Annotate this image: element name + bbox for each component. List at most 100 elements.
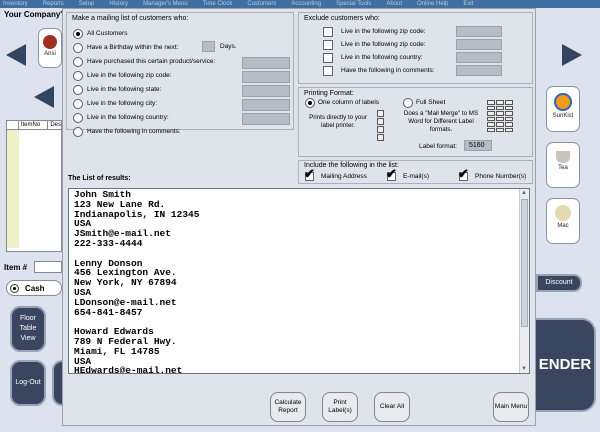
label-cell xyxy=(496,122,504,127)
checkmark-icon: ✔ xyxy=(458,166,469,181)
scroll-up-icon[interactable]: ▲ xyxy=(521,190,527,196)
print-labels-button[interactable]: Print Label(s) xyxy=(322,392,358,422)
mac-icon xyxy=(555,205,571,221)
exclude-checkbox[interactable] xyxy=(323,66,333,76)
exclude-option-label: Have the following in comments: xyxy=(341,67,435,74)
column-header: ItemNo xyxy=(19,121,49,129)
arrow-right-icon[interactable] xyxy=(562,44,582,66)
menu-item[interactable]: Special Tools xyxy=(336,1,371,7)
label-cell xyxy=(496,111,504,116)
mailing-option-radio[interactable] xyxy=(73,85,83,95)
results-textarea[interactable]: John Smith 123 New Lane Rd. Indianapolis… xyxy=(68,188,530,374)
product-icon xyxy=(43,35,57,49)
group-title: Make a mailing list of customers who: xyxy=(72,15,189,22)
exclude-option-label: Live in the following country: xyxy=(341,54,423,61)
exclude-input[interactable] xyxy=(456,65,502,76)
exclude-checkbox[interactable] xyxy=(323,40,333,50)
arrow-left-icon[interactable] xyxy=(6,44,26,66)
one-column-description: Prints directly to your label printer. xyxy=(309,114,367,129)
full-sheet-label: Full Sheet xyxy=(416,99,446,106)
include-option-label: Phone Number(s) xyxy=(475,173,527,180)
label-sheet-icon xyxy=(487,100,515,134)
mailing-option-label: All Customers xyxy=(87,30,128,37)
floor-table-view-button[interactable]: Floor Table View xyxy=(10,306,46,352)
menu-item[interactable]: About xyxy=(386,1,402,7)
birthday-days-input[interactable] xyxy=(202,41,215,52)
exclude-input[interactable] xyxy=(456,52,502,63)
results-title: The List of results: xyxy=(68,175,131,182)
scroll-down-icon[interactable]: ▼ xyxy=(521,366,527,372)
menu-item[interactable]: Accounting xyxy=(291,1,321,7)
label-cell xyxy=(505,116,513,121)
product-button[interactable]: Ansi xyxy=(38,28,62,68)
mailing-option-radio[interactable] xyxy=(73,113,83,123)
exclude-checkbox[interactable] xyxy=(323,53,333,63)
mailing-option-label: Have the following in comments: xyxy=(87,128,181,135)
mailing-list-dialog: Make a mailing list of customers who: Al… xyxy=(62,8,536,426)
label-cell xyxy=(496,100,504,105)
product-input[interactable] xyxy=(242,57,290,69)
calculate-report-button[interactable]: Calculate Report xyxy=(270,392,306,422)
country-input[interactable] xyxy=(242,113,290,125)
mailing-option-label: Live in the following state: xyxy=(87,86,162,93)
menu-item[interactable]: Manager's Menu xyxy=(143,1,188,7)
city-input[interactable] xyxy=(242,99,290,111)
exclude-option-label: Live in the following zip code: xyxy=(341,28,426,35)
sunkist-icon xyxy=(554,93,572,111)
full-sheet-radio[interactable] xyxy=(403,98,413,108)
main-menu-button[interactable]: Main Menu xyxy=(493,392,529,422)
mailing-option-radio[interactable] xyxy=(73,71,83,81)
menu-item[interactable]: Time Clock xyxy=(203,1,233,7)
tender-button[interactable]: ENDER xyxy=(536,318,596,412)
row-selector xyxy=(7,130,19,248)
menu-item[interactable]: Inventory xyxy=(3,1,28,7)
label-cell xyxy=(487,122,495,127)
exclude-checkbox[interactable] xyxy=(323,27,333,37)
full-sheet-description: Does a "Mail Merge" to MS Word for Diffe… xyxy=(403,110,479,133)
mailing-option-radio[interactable] xyxy=(73,57,83,67)
menu-item[interactable]: Reports xyxy=(43,1,64,7)
menu-item[interactable]: Online Help xyxy=(417,1,448,7)
label-cell xyxy=(505,100,513,105)
mailing-option-radio[interactable] xyxy=(73,127,83,137)
label-format-label: Label format: xyxy=(419,143,457,150)
mailing-option-radio[interactable] xyxy=(73,43,83,53)
exclude-input[interactable] xyxy=(456,39,502,50)
product-label: Ansi xyxy=(44,51,56,57)
discount-button[interactable]: Discount xyxy=(536,274,582,292)
item-input[interactable] xyxy=(34,261,62,273)
label-cell xyxy=(487,116,495,121)
zip-input[interactable] xyxy=(242,71,290,83)
menu-item[interactable]: Exit xyxy=(463,1,473,7)
partial-button[interactable] xyxy=(52,360,62,406)
exclude-input[interactable] xyxy=(456,26,502,37)
menu-item[interactable]: Customers xyxy=(247,1,276,7)
product-button-tea[interactable]: Tea xyxy=(546,142,580,188)
state-input[interactable] xyxy=(242,85,290,97)
order-table: ItemNo Des xyxy=(6,120,62,252)
cash-option[interactable]: Cash xyxy=(6,280,62,296)
label-cell xyxy=(505,105,513,110)
label-cell xyxy=(496,116,504,121)
results-scrollbar[interactable]: ▲ ▼ xyxy=(519,189,529,373)
one-column-radio[interactable] xyxy=(305,98,315,108)
product-button-sunkist[interactable]: SunKist xyxy=(546,86,580,132)
mailing-option-radio[interactable] xyxy=(73,29,83,39)
product-button-mac[interactable]: Mac xyxy=(546,198,580,244)
mailing-criteria-group: Make a mailing list of customers who: Al… xyxy=(66,12,294,137)
logout-button[interactable]: Log-Out xyxy=(10,360,46,406)
menu-item[interactable]: History xyxy=(109,1,128,7)
item-label: Item # xyxy=(4,263,28,272)
mailing-option-radio[interactable] xyxy=(73,99,83,109)
product-label: Mac xyxy=(557,223,569,229)
printing-format-group: Printing Format: One column of labels Fu… xyxy=(298,87,533,157)
label-cell xyxy=(487,100,495,105)
clear-all-button[interactable]: Clear All xyxy=(374,392,410,422)
label-cell xyxy=(487,127,495,132)
label-format-input[interactable]: 5160 xyxy=(464,140,492,151)
include-option-label: Mailing Address xyxy=(321,173,367,180)
radio-icon xyxy=(10,284,19,293)
menu-item[interactable]: Setup xyxy=(79,1,95,7)
scroll-thumb[interactable] xyxy=(521,199,528,327)
arrow-left-icon[interactable] xyxy=(34,86,54,108)
